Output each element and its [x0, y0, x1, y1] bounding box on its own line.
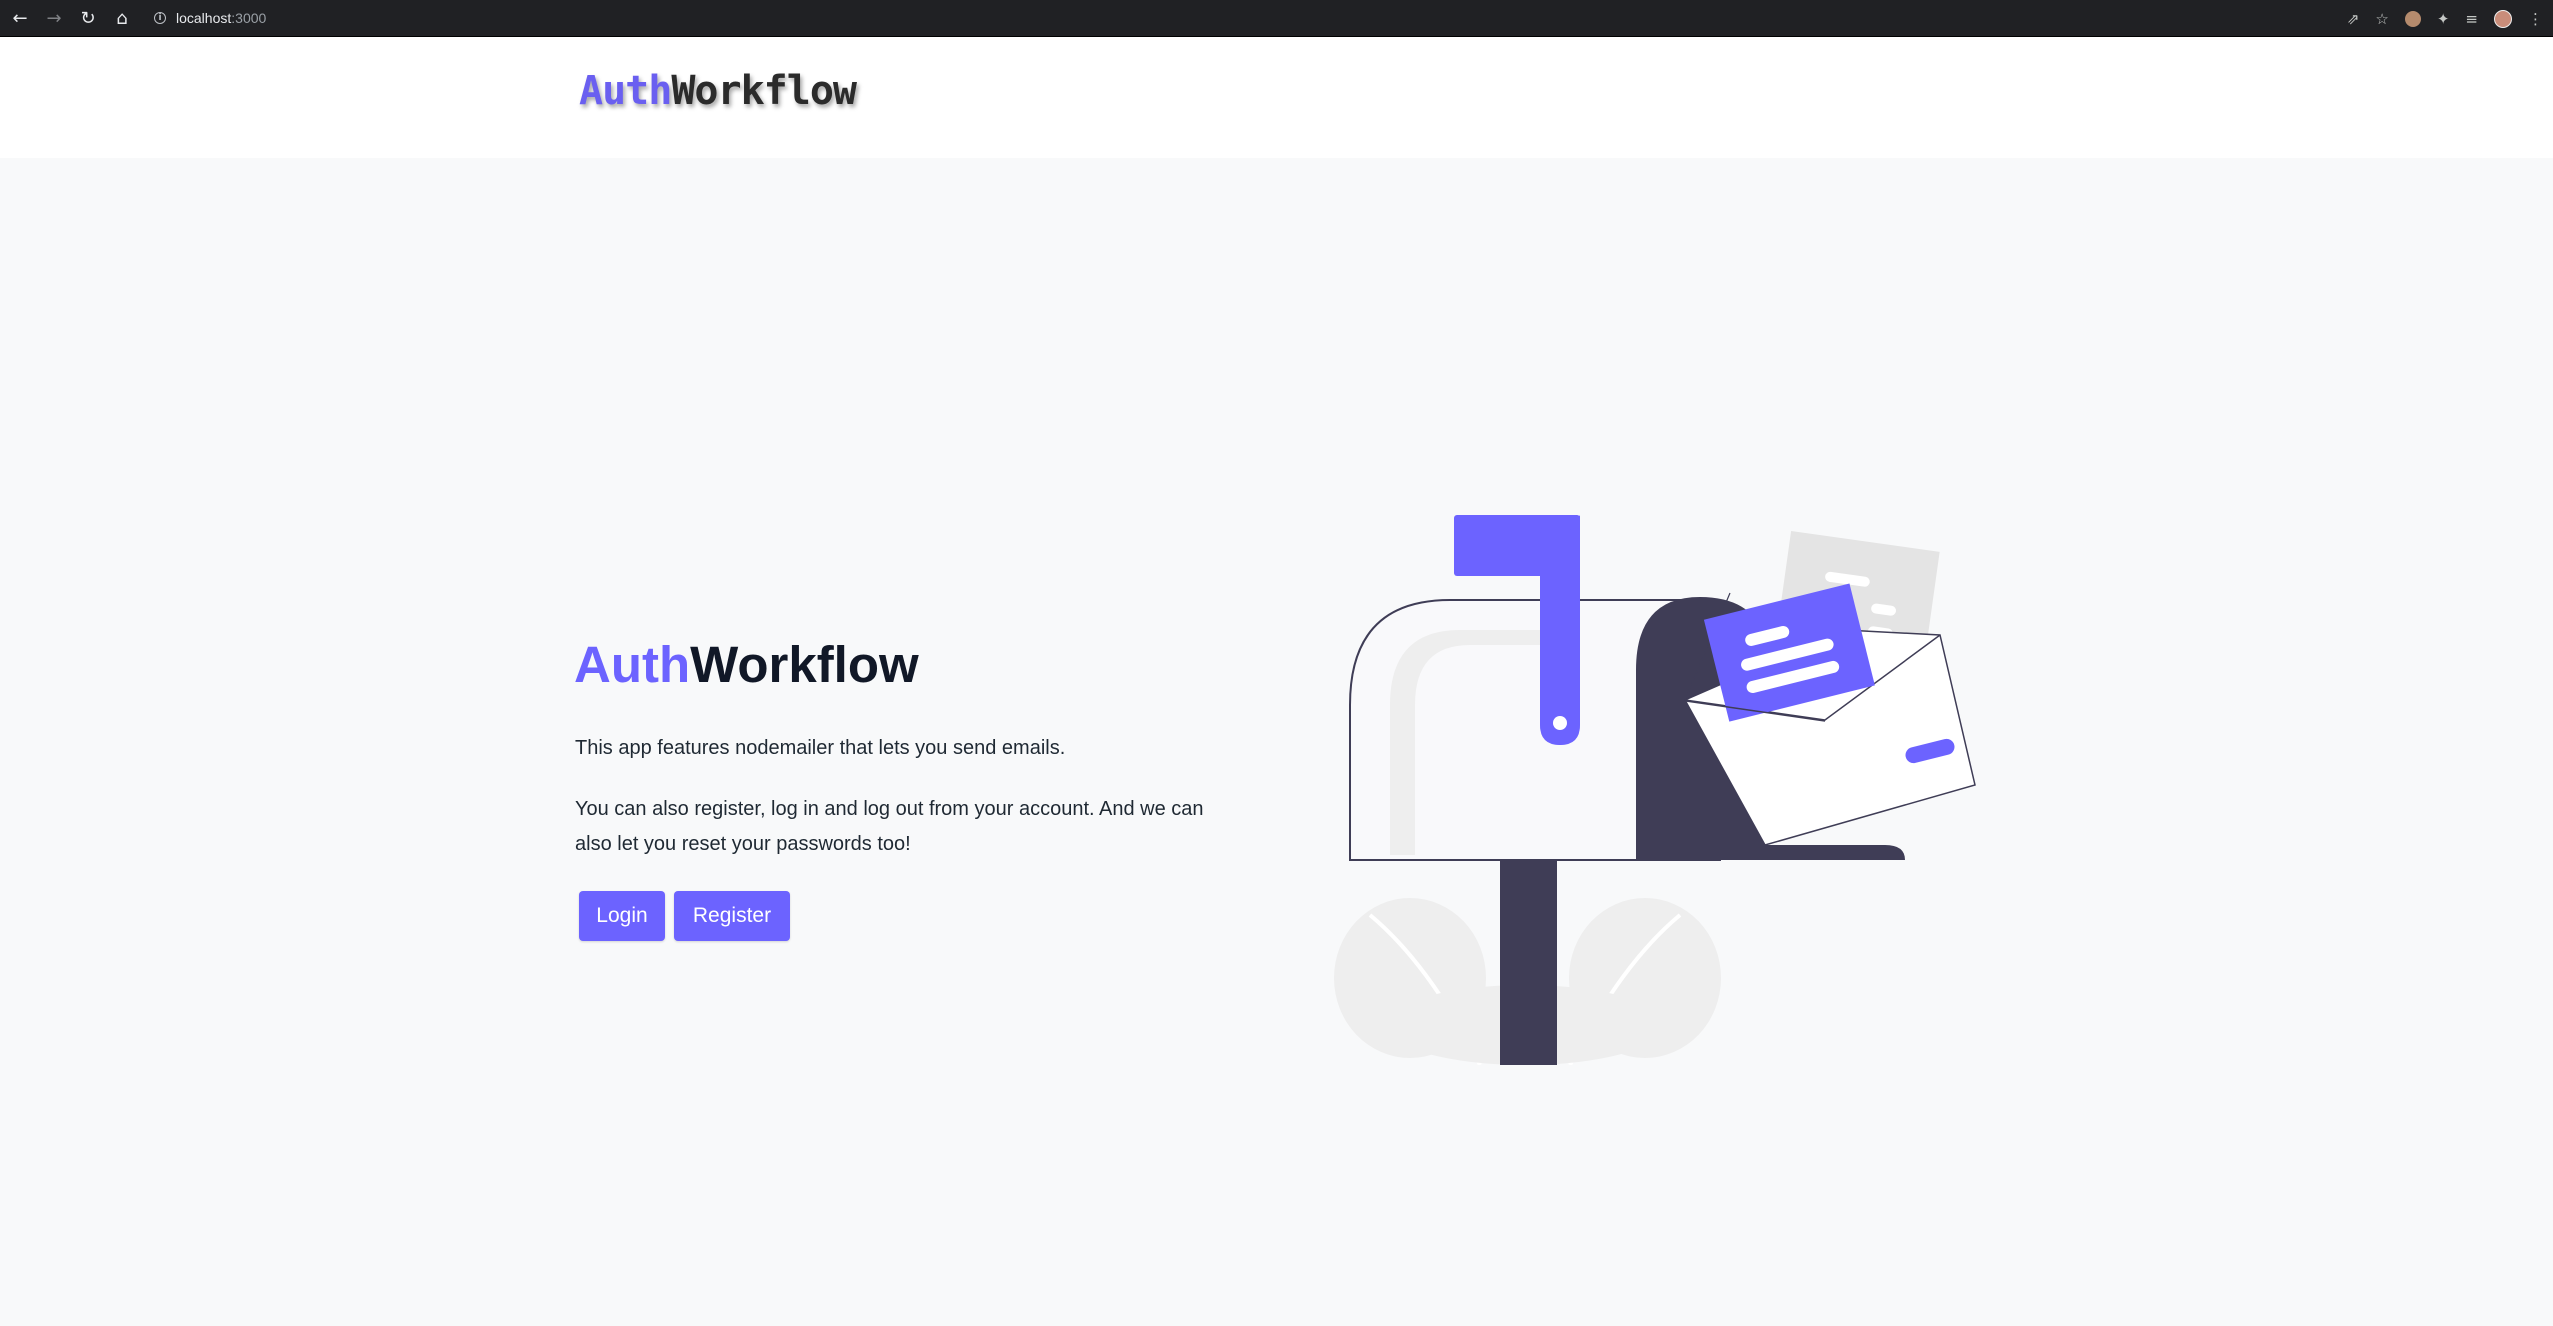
- profile-avatar[interactable]: [2494, 9, 2512, 28]
- hero-paragraph-2: You can also register, log in and log ou…: [575, 798, 1204, 855]
- brand-accent: Auth: [579, 68, 672, 114]
- home-icon[interactable]: ⌂: [108, 4, 136, 32]
- url-host: localhost: [176, 10, 232, 26]
- brand-rest: Workflow: [671, 68, 857, 114]
- back-icon[interactable]: ←: [6, 4, 34, 32]
- mailbox-post: [1500, 860, 1557, 1065]
- info-icon[interactable]: i: [154, 12, 166, 24]
- hero-title-accent: Auth: [574, 636, 691, 693]
- hero-title: AuthWorkflow: [574, 635, 919, 694]
- address-bar[interactable]: i localhost:3000: [154, 10, 266, 26]
- url-port: :3000: [231, 10, 267, 26]
- mailbox-illustration: [1334, 515, 1976, 1065]
- login-button[interactable]: Login: [579, 891, 665, 941]
- reload-icon[interactable]: ↻: [74, 4, 102, 32]
- site-header: AuthWorkflow: [0, 37, 2553, 158]
- star-icon[interactable]: ☆: [2375, 10, 2388, 28]
- reading-list-icon[interactable]: ≡: [2465, 10, 2478, 28]
- forward-icon[interactable]: →: [40, 4, 68, 32]
- register-button[interactable]: Register: [674, 891, 790, 941]
- menu-icon[interactable]: ⋮: [2528, 10, 2543, 28]
- browser-toolbar: ← → ↻ ⌂ i localhost:3000 ⇗ ☆ ✦ ≡ ⋮: [0, 0, 2553, 37]
- share-icon[interactable]: ⇗: [2347, 10, 2360, 28]
- hero-paragraph-1: This app features nodemailer that lets y…: [575, 737, 1066, 759]
- brand-logo[interactable]: AuthWorkflow: [579, 68, 857, 114]
- puzzle-icon[interactable]: ✦: [2437, 10, 2450, 28]
- extension-icon[interactable]: [2404, 10, 2421, 27]
- hero-title-rest: Workflow: [690, 636, 919, 693]
